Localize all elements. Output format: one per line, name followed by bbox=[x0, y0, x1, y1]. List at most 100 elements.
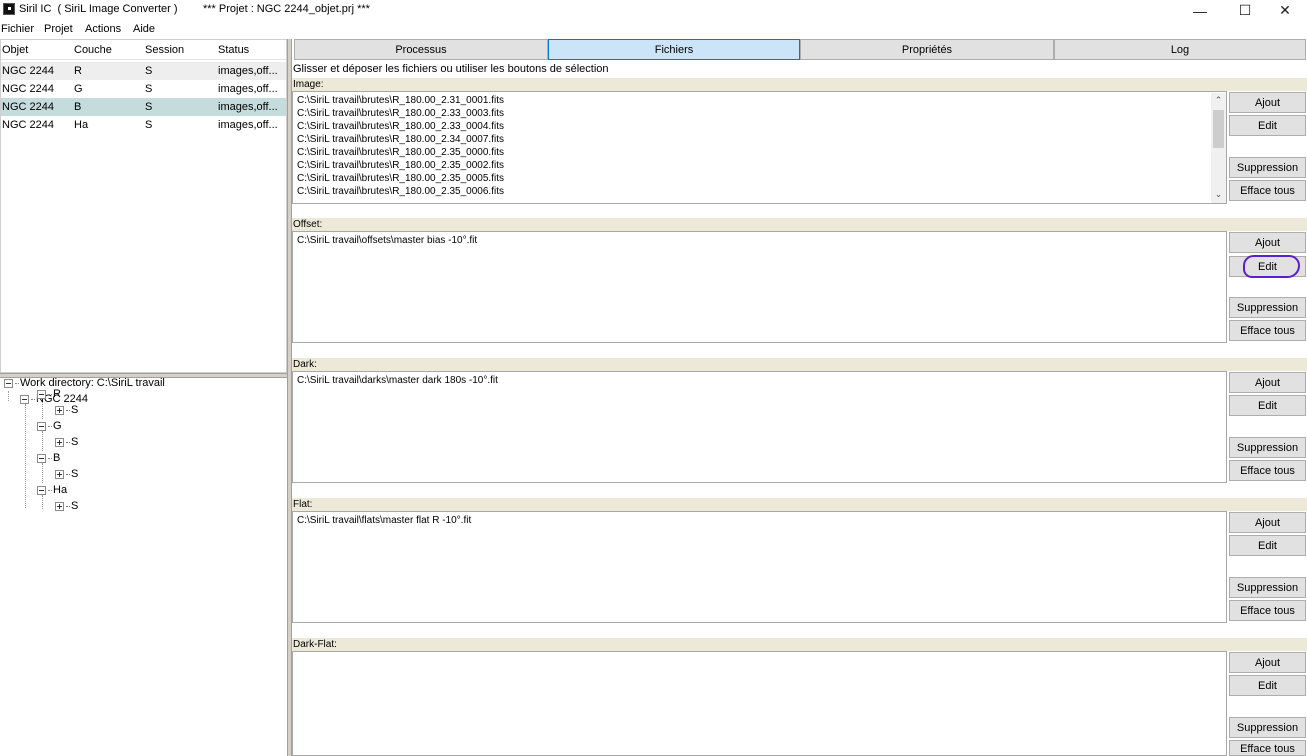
flat-remove-button[interactable]: Suppression bbox=[1229, 577, 1306, 598]
scroll-thumb[interactable] bbox=[1213, 110, 1224, 148]
collapse-icon[interactable] bbox=[37, 485, 46, 495]
darkflat-edit-button[interactable]: Edit bbox=[1229, 675, 1306, 696]
tab-fichiers[interactable]: Fichiers bbox=[548, 39, 800, 60]
file-item[interactable]: C:\SiriL travail\darks\master dark 180s … bbox=[297, 375, 498, 386]
menu-aide[interactable]: Aide bbox=[133, 23, 155, 35]
tree-node-b[interactable]: B bbox=[37, 452, 60, 464]
tree-node-r[interactable]: R bbox=[37, 388, 61, 400]
darkflat-remove-button[interactable]: Suppression bbox=[1229, 717, 1306, 738]
section-header-dark: Dark: bbox=[292, 358, 1307, 371]
menu-actions[interactable]: Actions bbox=[85, 23, 121, 35]
image-edit-button[interactable]: Edit bbox=[1229, 115, 1306, 136]
scroll-up-icon[interactable]: ⌃ bbox=[1211, 93, 1226, 108]
flat-clear-button[interactable]: Efface tous bbox=[1229, 600, 1306, 621]
file-item[interactable]: C:\SiriL travail\brutes\R_180.00_2.31_00… bbox=[297, 95, 504, 106]
image-file-list[interactable]: C:\SiriL travail\brutes\R_180.00_2.31_00… bbox=[292, 91, 1227, 204]
table-row[interactable]: NGC 2244 R S images,off... bbox=[1, 62, 286, 80]
offset-add-button[interactable]: Ajout bbox=[1229, 232, 1306, 253]
offset-file-list[interactable]: C:\SiriL travail\offsets\master bias -10… bbox=[292, 231, 1227, 343]
offset-remove-button[interactable]: Suppression bbox=[1229, 297, 1306, 318]
cell-objet: NGC 2244 bbox=[2, 83, 54, 95]
tree-node-g[interactable]: G bbox=[37, 420, 62, 432]
instruction-text: Glisser et déposer les fichiers ou utili… bbox=[293, 63, 609, 75]
tree-layer-label: Ha bbox=[53, 484, 68, 496]
file-item[interactable]: C:\SiriL travail\brutes\R_180.00_2.35_00… bbox=[297, 173, 504, 184]
file-item[interactable]: C:\SiriL travail\flats\master flat R -10… bbox=[297, 515, 471, 526]
section-header-flat: Flat: bbox=[292, 498, 1307, 511]
tree-node-ha[interactable]: Ha bbox=[37, 484, 67, 496]
image-list-scrollbar[interactable]: ⌃ ⌄ bbox=[1211, 93, 1226, 203]
tree-node-session[interactable]: S bbox=[55, 404, 78, 416]
offset-edit-button[interactable]: Edit bbox=[1229, 256, 1306, 277]
expand-icon[interactable] bbox=[55, 469, 64, 479]
tree-node-session[interactable]: S bbox=[55, 468, 78, 480]
col-session[interactable]: Session bbox=[145, 44, 184, 56]
menu-fichier[interactable]: Fichier bbox=[1, 23, 34, 35]
project-title: *** Projet : NGC 2244_objet.prj *** bbox=[203, 3, 370, 15]
dark-clear-button[interactable]: Efface tous bbox=[1229, 460, 1306, 481]
expand-icon[interactable] bbox=[55, 437, 64, 447]
tab-log[interactable]: Log bbox=[1054, 39, 1306, 60]
dark-file-list[interactable]: C:\SiriL travail\darks\master dark 180s … bbox=[292, 371, 1227, 483]
section-header-darkflat: Dark-Flat: bbox=[292, 638, 1307, 651]
file-item[interactable]: C:\SiriL travail\offsets\master bias -10… bbox=[297, 235, 477, 246]
scroll-down-icon[interactable]: ⌄ bbox=[1211, 187, 1226, 202]
darkflat-file-list[interactable] bbox=[292, 651, 1227, 756]
cell-status: images,off... bbox=[218, 101, 278, 113]
cell-couche: R bbox=[74, 65, 82, 77]
cell-couche: Ha bbox=[74, 119, 89, 131]
object-list-header: Objet Couche Session Status bbox=[1, 40, 286, 60]
collapse-icon[interactable] bbox=[37, 421, 46, 431]
cell-status: images,off... bbox=[218, 83, 278, 95]
collapse-icon[interactable] bbox=[20, 394, 29, 404]
table-row-selected[interactable]: NGC 2244 B S images,off... bbox=[1, 98, 286, 116]
flat-file-list[interactable]: C:\SiriL travail\flats\master flat R -10… bbox=[292, 511, 1227, 623]
col-objet[interactable]: Objet bbox=[2, 44, 28, 56]
dark-edit-button[interactable]: Edit bbox=[1229, 395, 1306, 416]
file-item[interactable]: C:\SiriL travail\brutes\R_180.00_2.35_00… bbox=[297, 160, 504, 171]
file-item[interactable]: C:\SiriL travail\brutes\R_180.00_2.35_00… bbox=[297, 147, 504, 158]
cell-status: images,off... bbox=[218, 119, 278, 131]
collapse-icon[interactable] bbox=[4, 378, 13, 388]
collapse-icon[interactable] bbox=[37, 389, 46, 399]
section-header-offset: Offset: bbox=[292, 218, 1307, 231]
object-list[interactable]: Objet Couche Session Status NGC 2244 R S… bbox=[0, 39, 287, 373]
dark-remove-button[interactable]: Suppression bbox=[1229, 437, 1306, 458]
darkflat-add-button[interactable]: Ajout bbox=[1229, 652, 1306, 673]
darkflat-clear-button[interactable]: Efface tous bbox=[1229, 740, 1306, 756]
image-remove-button[interactable]: Suppression bbox=[1229, 157, 1306, 178]
col-status[interactable]: Status bbox=[218, 44, 249, 56]
tab-proprietes[interactable]: Propriétés bbox=[800, 39, 1054, 60]
file-item[interactable]: C:\SiriL travail\brutes\R_180.00_2.35_00… bbox=[297, 186, 504, 197]
menu-projet[interactable]: Projet bbox=[44, 23, 73, 35]
cell-session: S bbox=[145, 101, 153, 113]
offset-clear-button[interactable]: Efface tous bbox=[1229, 320, 1306, 341]
project-tree[interactable]: Work directory: C:\SiriL travail NGC 224… bbox=[0, 377, 287, 756]
tree-session-label: S bbox=[71, 468, 79, 480]
file-item[interactable]: C:\SiriL travail\brutes\R_180.00_2.34_00… bbox=[297, 134, 504, 145]
image-clear-button[interactable]: Efface tous bbox=[1229, 180, 1306, 201]
tree-session-label: S bbox=[71, 500, 79, 512]
flat-edit-button[interactable]: Edit bbox=[1229, 535, 1306, 556]
image-add-button[interactable]: Ajout bbox=[1229, 92, 1306, 113]
col-couche[interactable]: Couche bbox=[74, 44, 112, 56]
cell-couche: B bbox=[74, 101, 82, 113]
tab-processus[interactable]: Processus bbox=[294, 39, 548, 60]
close-button[interactable]: ✕ bbox=[1262, 0, 1307, 21]
tree-node-session[interactable]: S bbox=[55, 500, 78, 512]
expand-icon[interactable] bbox=[55, 405, 64, 415]
minimize-button[interactable]: — bbox=[1177, 0, 1223, 21]
file-item[interactable]: C:\SiriL travail\brutes\R_180.00_2.33_00… bbox=[297, 121, 504, 132]
tree-node-session[interactable]: S bbox=[55, 436, 78, 448]
dark-add-button[interactable]: Ajout bbox=[1229, 372, 1306, 393]
table-row[interactable]: NGC 2244 G S images,off... bbox=[1, 80, 286, 98]
cell-couche: G bbox=[74, 83, 83, 95]
collapse-icon[interactable] bbox=[37, 453, 46, 463]
expand-icon[interactable] bbox=[55, 501, 64, 511]
file-item[interactable]: C:\SiriL travail\brutes\R_180.00_2.33_00… bbox=[297, 108, 504, 119]
tree-root[interactable]: Work directory: C:\SiriL travail bbox=[4, 377, 165, 389]
flat-add-button[interactable]: Ajout bbox=[1229, 512, 1306, 533]
tree-layer-label: R bbox=[53, 388, 61, 400]
title-bar: Siril IC ( SiriL Image Converter ) *** P… bbox=[0, 0, 1307, 21]
table-row[interactable]: NGC 2244 Ha S images,off... bbox=[1, 116, 286, 134]
